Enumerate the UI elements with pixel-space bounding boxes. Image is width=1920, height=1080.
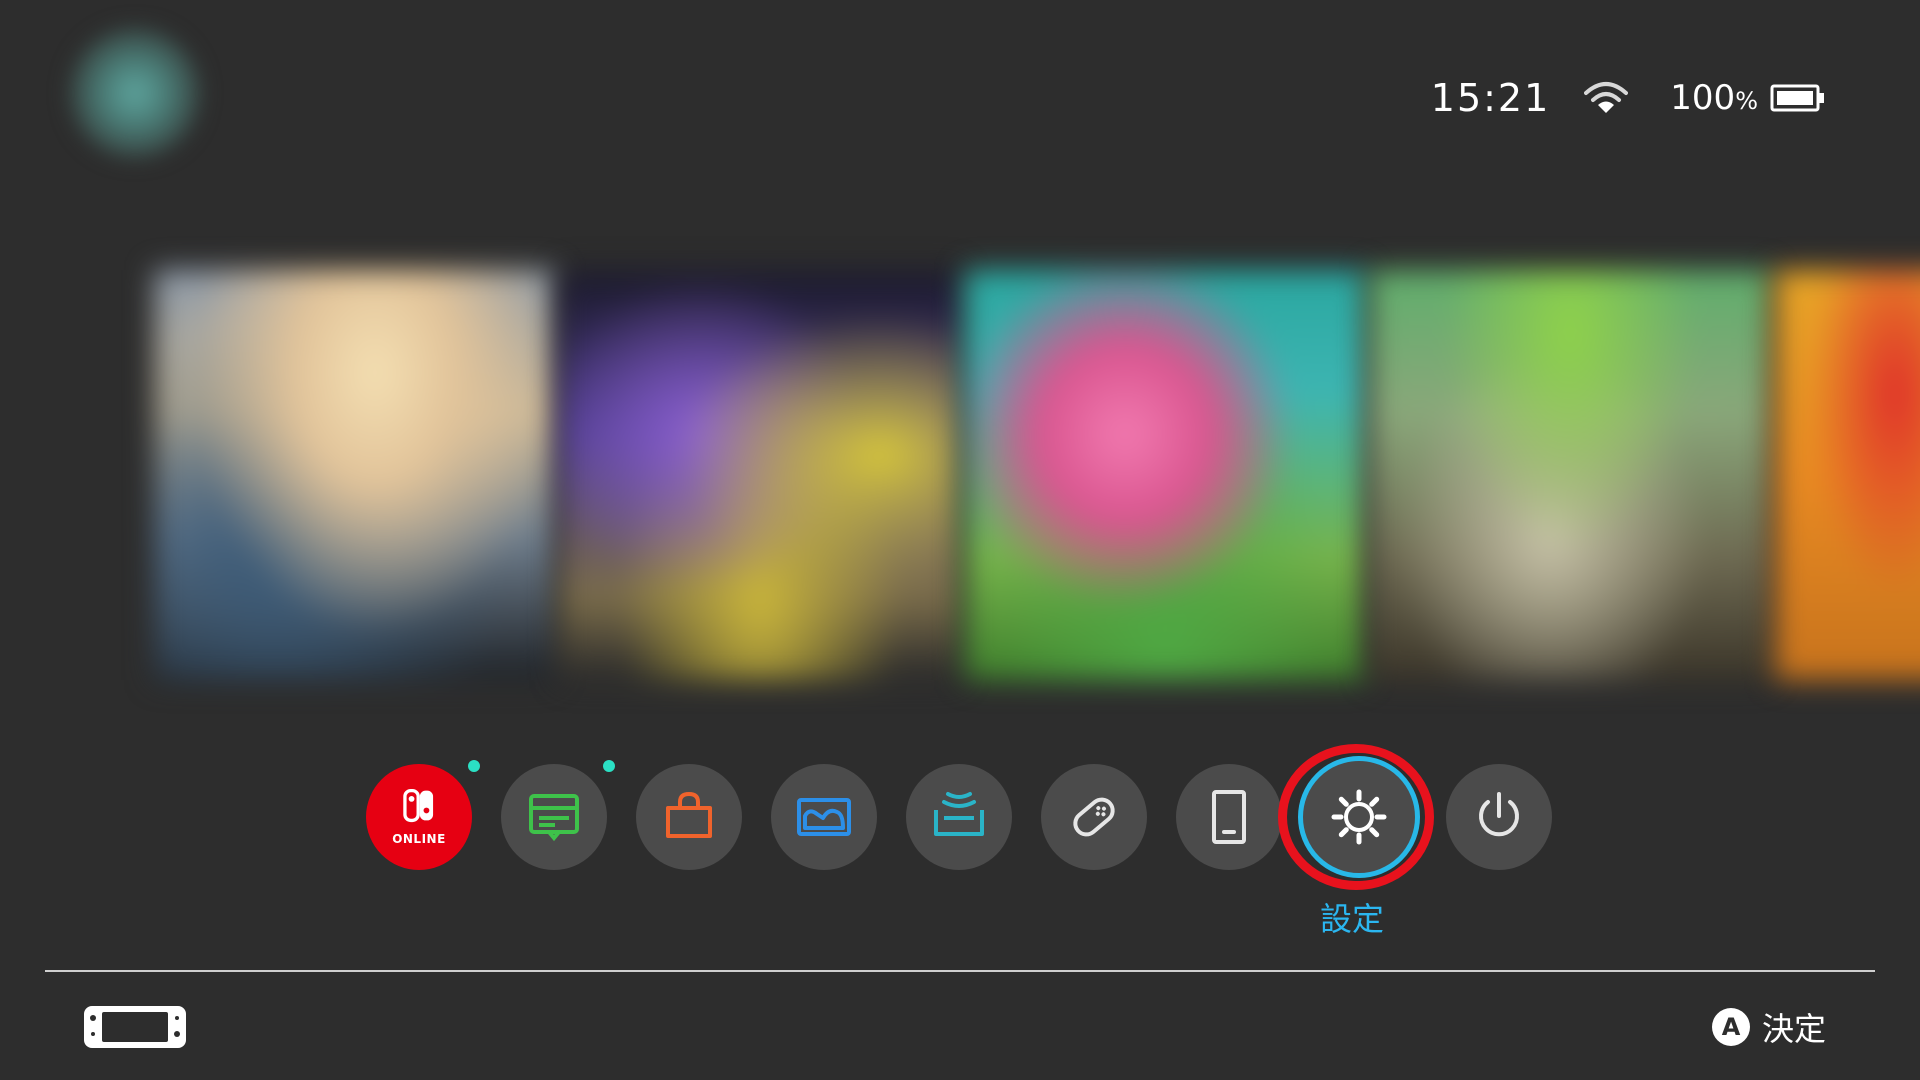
clock: 15:21	[1430, 76, 1551, 120]
user-avatar-icon[interactable]	[70, 28, 200, 158]
nintendo-switch-online-button[interactable]: ONLINE	[366, 760, 480, 870]
confirm-hint-label: 決定	[1761, 1010, 1826, 1048]
power-icon	[1479, 792, 1519, 837]
a-button-icon: A	[1711, 1008, 1750, 1046]
notification-dot	[468, 760, 480, 772]
news-icon	[529, 794, 579, 842]
sleep-mode-button[interactable]	[1176, 764, 1282, 870]
notification-dot	[603, 760, 615, 772]
controllers-button[interactable]	[906, 764, 1012, 870]
game-tile-1[interactable]	[155, 270, 555, 680]
controller-settings-icon	[1073, 797, 1115, 837]
status-bar: 15:21 100%	[1431, 68, 1826, 128]
game-row	[0, 250, 1920, 720]
power-button[interactable]	[1446, 764, 1552, 870]
handheld-console-icon	[84, 1006, 186, 1048]
eshop-icon	[666, 791, 712, 838]
system-settings-button[interactable]	[1298, 756, 1420, 878]
game-tile-2[interactable]	[560, 270, 960, 680]
home-screen: 15:21 100% ONLINE 設定 A 決定	[0, 0, 1920, 1080]
nintendo-switch-online-icon	[403, 788, 434, 823]
sleep-mode-icon	[1212, 790, 1246, 844]
game-tile-5[interactable]	[1775, 270, 1920, 680]
system-settings-icon	[1331, 789, 1387, 845]
news-button[interactable]	[501, 760, 615, 870]
controllers-icon	[934, 792, 984, 836]
wifi-icon	[1584, 82, 1629, 113]
game-tile-4[interactable]	[1370, 270, 1770, 680]
album-icon	[797, 798, 851, 836]
controller-settings-button[interactable]	[1041, 764, 1147, 870]
battery-percent: 100%	[1670, 78, 1758, 118]
footer-divider	[45, 970, 1875, 972]
album-button[interactable]	[771, 764, 877, 870]
battery-full-icon	[1770, 84, 1824, 112]
online-label: ONLINE	[392, 832, 446, 846]
game-tile-3[interactable]	[965, 270, 1365, 680]
footer-hint: A 決定	[1711, 1004, 1826, 1050]
eshop-button[interactable]	[636, 764, 742, 870]
selected-item-label: 設定	[1319, 900, 1384, 938]
